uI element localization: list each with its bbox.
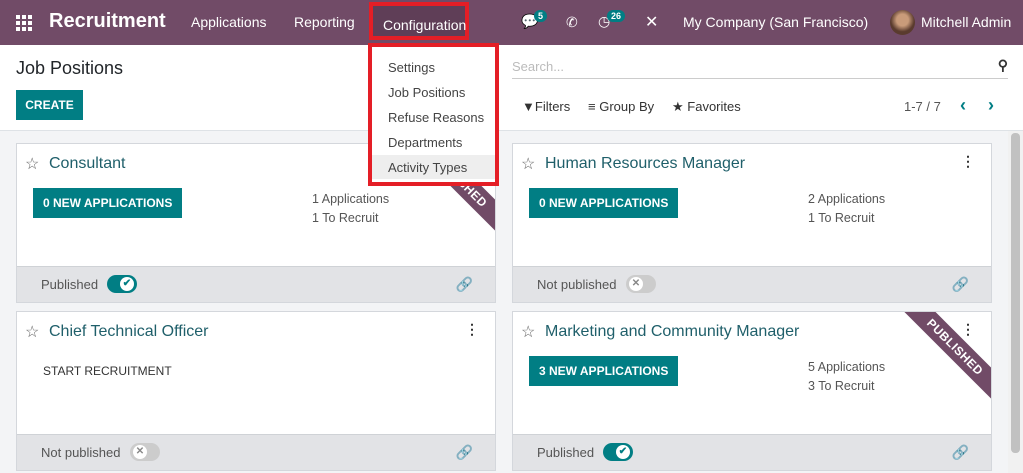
to-recruit: 1 To Recruit: [312, 211, 379, 225]
to-recruit: 3 To Recruit: [808, 379, 875, 393]
link-icon[interactable]: 🔗: [456, 444, 473, 461]
pager-value[interactable]: 1-7 / 7: [904, 99, 941, 114]
apps-menu-icon[interactable]: [16, 15, 32, 31]
publish-toggle[interactable]: ✔: [107, 275, 137, 293]
activities-badge: 26: [607, 10, 626, 22]
published-ribbon: PUBLISHED: [897, 312, 991, 405]
link-icon[interactable]: 🔗: [952, 276, 969, 293]
scrollbar[interactable]: [1008, 131, 1023, 473]
star-icon[interactable]: ☆: [521, 154, 535, 174]
publish-status: Not published: [41, 445, 121, 460]
group-by-label: Group By: [599, 99, 655, 114]
company-switcher[interactable]: My Company (San Francisco): [683, 14, 868, 30]
star-icon[interactable]: ☆: [25, 154, 39, 174]
control-panel: Job Positions CREATE Search... ⚲ ▼Filter…: [0, 45, 1023, 131]
user-menu[interactable]: Mitchell Admin: [921, 14, 1011, 30]
star-icon[interactable]: ☆: [521, 322, 535, 342]
x-icon: ✕: [133, 445, 147, 459]
pager-next-icon[interactable]: ›: [988, 95, 994, 116]
job-name[interactable]: Marketing and Community Manager: [545, 323, 799, 341]
job-card[interactable]: PUBLISHED ☆ Marketing and Community Mana…: [512, 311, 992, 471]
top-navbar: Recruitment Applications Reporting Confi…: [0, 0, 1023, 45]
applications-link[interactable]: 5 Applications: [808, 358, 885, 377]
job-card[interactable]: ☆ Chief Technical Officer ⋮ START RECRUI…: [16, 311, 496, 471]
link-icon[interactable]: 🔗: [952, 444, 969, 461]
dropdown-item-activity-types[interactable]: Activity Types: [372, 155, 495, 179]
menu-reporting[interactable]: Reporting: [294, 14, 355, 30]
scrollbar-thumb[interactable]: [1011, 133, 1020, 453]
menu-applications[interactable]: Applications: [191, 14, 267, 30]
applications-link[interactable]: 1 Applications: [312, 190, 389, 209]
menu-configuration-label: Configuration: [383, 17, 467, 33]
job-card[interactable]: ☆ Human Resources Manager ⋮ 0 NEW APPLIC…: [512, 143, 992, 303]
phone-icon[interactable]: ✆: [566, 14, 578, 31]
configuration-dropdown: Settings Job Positions Refuse Reasons De…: [368, 43, 499, 186]
filters-button[interactable]: ▼Filters: [522, 99, 570, 114]
create-button[interactable]: CREATE: [16, 90, 83, 120]
start-recruitment-button[interactable]: START RECRUITMENT: [43, 364, 172, 378]
job-name[interactable]: Human Resources Manager: [545, 155, 745, 173]
job-name[interactable]: Consultant: [49, 155, 126, 173]
page-title: Job Positions: [16, 58, 124, 78]
tools-icon[interactable]: ✕: [645, 12, 658, 32]
new-applications-button[interactable]: 0 NEW APPLICATIONS: [529, 188, 679, 218]
filters-label: Filters: [534, 99, 571, 114]
check-icon: ✔: [616, 445, 630, 459]
to-recruit: 1 To Recruit: [808, 211, 875, 225]
publish-status: Published: [41, 277, 99, 292]
search-input[interactable]: Search... ⚲: [512, 53, 1008, 79]
list-icon: ≡: [588, 99, 600, 114]
search-placeholder: Search...: [512, 59, 565, 74]
favorites-label: Favorites: [687, 99, 741, 114]
publish-toggle[interactable]: ✔: [603, 443, 633, 461]
favorites-button[interactable]: ★ Favorites: [672, 99, 741, 115]
publish-status: Published: [537, 445, 595, 460]
publish-toggle[interactable]: ✕: [130, 443, 160, 461]
dropdown-item-departments[interactable]: Departments: [372, 130, 495, 154]
star-icon[interactable]: ☆: [25, 322, 39, 342]
link-icon[interactable]: 🔗: [456, 276, 473, 293]
applications-link[interactable]: 2 Applications: [808, 190, 885, 209]
dropdown-item-settings[interactable]: Settings: [372, 55, 495, 79]
group-by-button[interactable]: ≡ Group By: [588, 99, 654, 114]
dropdown-item-refuse-reasons[interactable]: Refuse Reasons: [372, 105, 495, 129]
kebab-menu-icon[interactable]: ⋮: [465, 321, 479, 338]
check-icon: ✔: [120, 277, 134, 291]
app-brand[interactable]: Recruitment: [49, 10, 166, 33]
x-icon: ✕: [629, 277, 643, 291]
pager-prev-icon[interactable]: ‹: [960, 95, 966, 116]
new-applications-button[interactable]: 3 NEW APPLICATIONS: [529, 356, 679, 386]
new-applications-button[interactable]: 0 NEW APPLICATIONS: [33, 188, 183, 218]
messages-badge: 5: [534, 10, 548, 22]
menu-configuration[interactable]: Configuration: [369, 2, 469, 40]
publish-toggle[interactable]: ✕: [626, 275, 656, 293]
kebab-menu-icon[interactable]: ⋮: [961, 153, 975, 170]
search-icon[interactable]: ⚲: [998, 57, 1008, 74]
job-name[interactable]: Chief Technical Officer: [49, 323, 208, 341]
user-avatar[interactable]: [890, 10, 915, 35]
filter-icon: ▼: [522, 99, 535, 114]
publish-status: Not published: [537, 277, 617, 292]
kebab-menu-icon[interactable]: ⋮: [961, 321, 975, 338]
star-icon: ★: [672, 99, 688, 114]
dropdown-item-job-positions[interactable]: Job Positions: [372, 80, 495, 104]
